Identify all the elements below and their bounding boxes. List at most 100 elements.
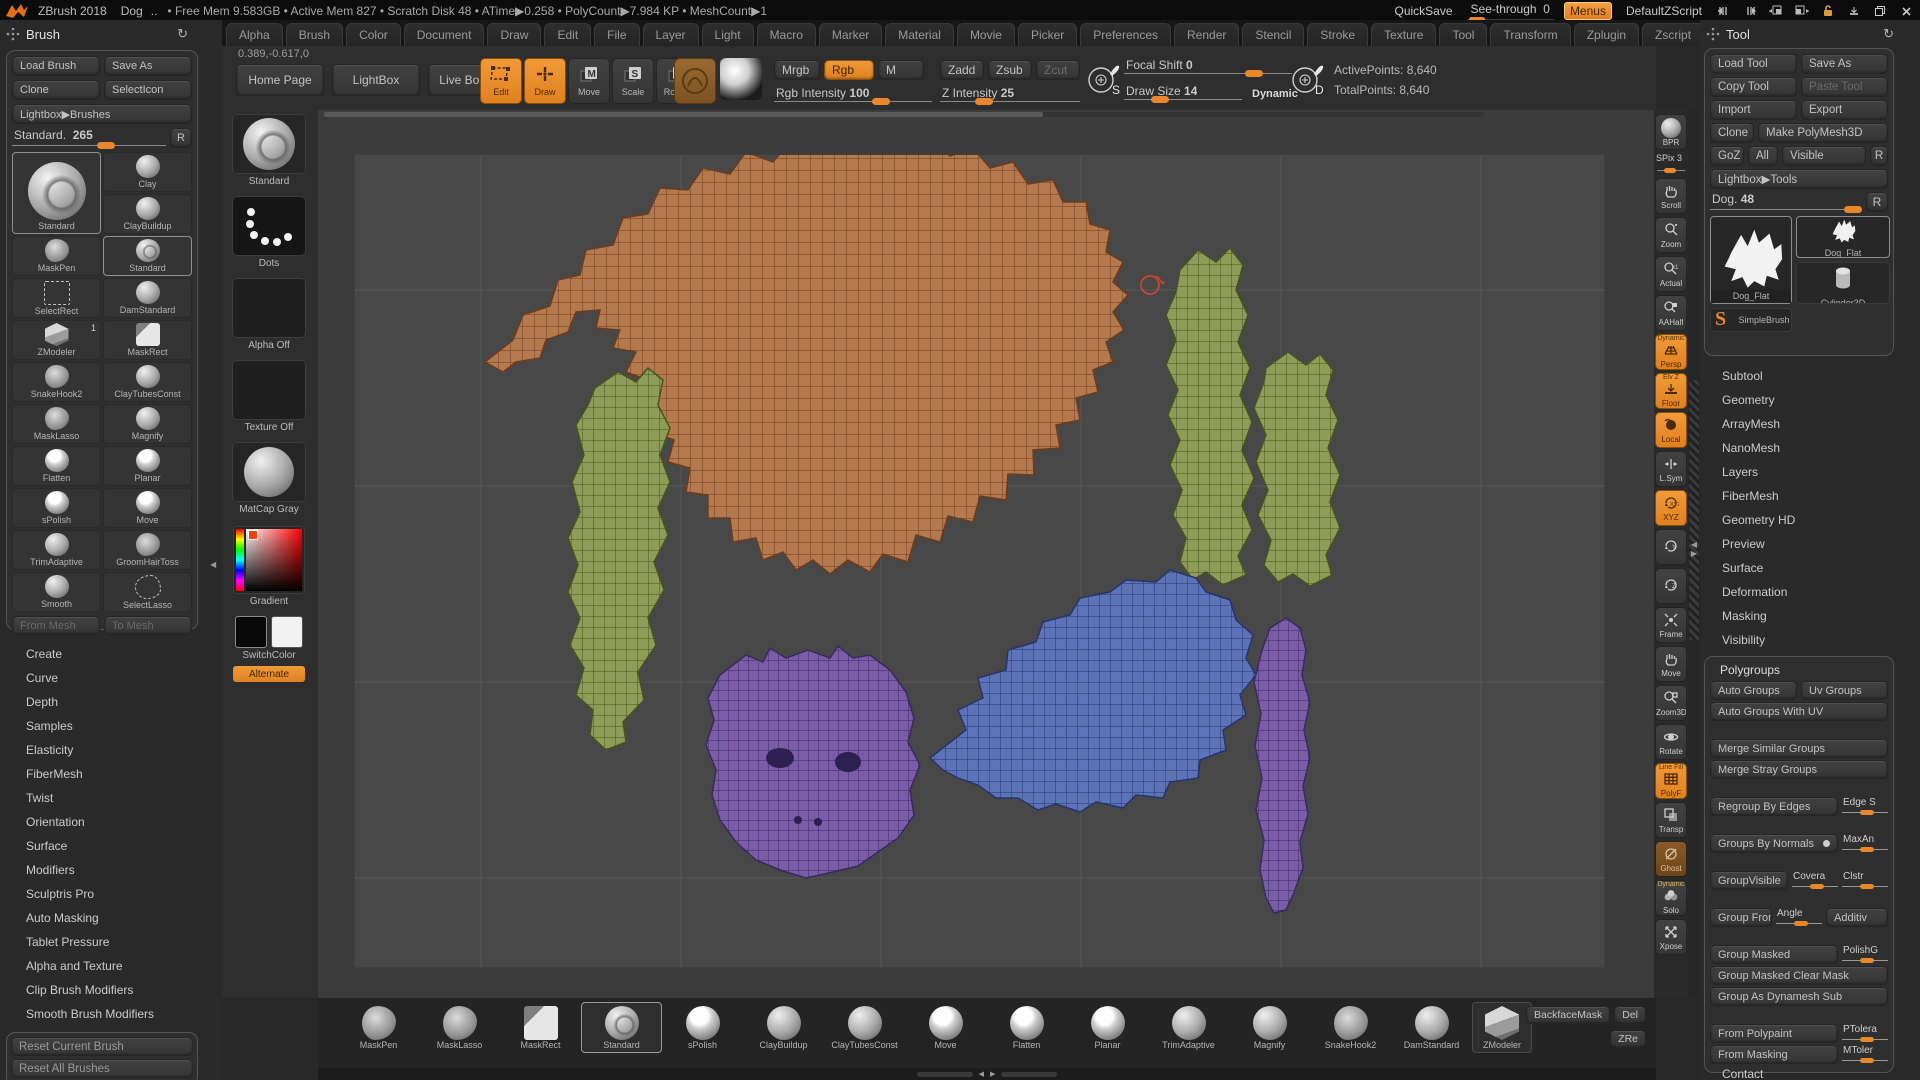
minimize-button[interactable] <box>1846 4 1862 18</box>
tool-goz-button[interactable]: GoZ <box>1710 146 1744 166</box>
menu-material[interactable]: Material <box>885 23 954 46</box>
pg-auto-groups-with-uv-button[interactable]: Auto Groups With UV <box>1710 702 1888 721</box>
tray-brush-magnify[interactable]: Magnify <box>1229 1002 1310 1053</box>
menu-marker[interactable]: Marker <box>819 23 882 46</box>
strip-z-button[interactable]: Z <box>1655 568 1687 604</box>
pg-group-as-dynamesh-sub-button[interactable]: Group As Dynamesh Sub <box>1710 987 1888 1006</box>
menu-movie[interactable]: Movie <box>957 23 1015 46</box>
menu-render[interactable]: Render <box>1174 23 1239 46</box>
tool-copy-tool-button[interactable]: Copy Tool <box>1710 77 1797 97</box>
tool-section-preview[interactable]: Preview <box>1714 532 1904 556</box>
tray-brush-zmodeler[interactable]: ZModeler1 <box>1472 1002 1532 1053</box>
lock-icon[interactable] <box>1820 4 1836 18</box>
tool-section-subtool[interactable]: Subtool <box>1714 364 1904 388</box>
pg-regroup-by-edges-button[interactable]: Regroup By Edges <box>1710 797 1838 816</box>
tool-section-geometry[interactable]: Geometry <box>1714 388 1904 412</box>
tool-visible-button[interactable]: Visible <box>1782 146 1866 166</box>
tool-import-button[interactable]: Import <box>1710 100 1797 120</box>
mesh-island-green-right2[interactable] <box>1254 352 1340 586</box>
tool-thumb-big[interactable]: Dog_Flat <box>1710 216 1792 304</box>
tray-brush-flatten[interactable]: Flatten <box>986 1002 1067 1053</box>
tool-section-fibermesh[interactable]: FiberMesh <box>1714 484 1904 508</box>
brush-section-surface[interactable]: Surface <box>14 834 204 858</box>
selecticon-button[interactable]: SelectIcon <box>104 80 192 100</box>
brush-item-trimadaptive[interactable]: TrimAdaptive <box>12 530 101 570</box>
brush-section-fibermesh[interactable]: FiberMesh <box>14 762 204 786</box>
brush-item-claybuildup[interactable]: ClayBuildup <box>103 194 192 234</box>
secondary-color-swatch[interactable] <box>271 616 303 648</box>
brush-section-elasticity[interactable]: Elasticity <box>14 738 204 762</box>
current-texture-thumb[interactable]: Texture Off <box>229 360 309 433</box>
brush-size-slider[interactable]: Standard. 265 <box>12 128 166 148</box>
stroke-picker-icon[interactable]: S <box>1084 56 1124 100</box>
tool-size-slider[interactable]: Dog. 48 <box>1710 192 1862 212</box>
pg-uv-groups-button[interactable]: Uv Groups <box>1801 681 1888 700</box>
menu-texture[interactable]: Texture <box>1371 23 1436 46</box>
zre-button[interactable]: ZRe <box>1610 1030 1646 1048</box>
brush-item-maskpen[interactable]: MaskPen <box>12 236 101 276</box>
button-reset-all-brushes[interactable]: Reset All Brushes <box>11 1059 193 1078</box>
brush-section-depth[interactable]: Depth <box>14 690 204 714</box>
tray-brush-damstandard[interactable]: DamStandard <box>1391 1002 1472 1053</box>
current-stroke-thumb[interactable]: Dots <box>229 196 309 269</box>
see-through-slider[interactable]: See-through 0 <box>1467 2 1554 21</box>
tool-load-tool-button[interactable]: Load Tool <box>1710 54 1797 74</box>
brush-section-clip-brush-modifiers[interactable]: Clip Brush Modifiers <box>14 978 204 1002</box>
tool-make-polymesh3d-button[interactable]: Make PolyMesh3D <box>1758 123 1888 143</box>
strip-zoom3d-button[interactable]: Zoom3D <box>1655 685 1687 721</box>
strip-frame-button[interactable]: Frame <box>1655 607 1687 643</box>
focal-shift-slider[interactable]: Focal Shift 0 <box>1124 58 1292 76</box>
quicksave-button[interactable]: QuickSave <box>1391 4 1457 18</box>
doc-size-up-icon[interactable] <box>1794 4 1810 18</box>
tool-section-geometry-hd[interactable]: Geometry HD <box>1714 508 1904 532</box>
current-brush-thumb[interactable]: Standard <box>229 114 309 187</box>
tray-brush-claytubesconst[interactable]: ClayTubesConst <box>824 1002 905 1053</box>
right-divider-arrows[interactable]: ◀▶ <box>1688 540 1700 558</box>
pg-from-polypaint-button[interactable]: From Polypaint <box>1710 1024 1838 1043</box>
tool-save-as-button[interactable]: Save As <box>1801 54 1888 74</box>
tray-scroll-right-icon[interactable]: ▶ <box>990 1070 995 1078</box>
brush-item-planar[interactable]: Planar <box>103 446 192 486</box>
tray-scroll-bar-right[interactable] <box>1001 1072 1057 1077</box>
strip-transp-button[interactable]: Transp <box>1655 802 1687 838</box>
tray-brush-move[interactable]: Move <box>905 1002 986 1053</box>
tray-brush-maskrect[interactable]: MaskRect <box>500 1002 581 1053</box>
brush-palette-header[interactable]: Brush ↻ <box>6 24 196 44</box>
current-material-button[interactable] <box>674 58 716 104</box>
brush-section-smooth-brush-modifiers[interactable]: Smooth Brush Modifiers <box>14 1002 204 1026</box>
pg-slider-ptolera[interactable]: PTolera <box>1842 1024 1888 1043</box>
mode-move-button[interactable]: MMove <box>568 58 610 104</box>
mesh-island-purple-head[interactable] <box>706 646 920 878</box>
menu-alpha[interactable]: Alpha <box>226 23 283 46</box>
menu-macro[interactable]: Macro <box>757 23 816 46</box>
brush-item-smooth[interactable]: Smooth <box>12 572 101 612</box>
tray-brush-masklasso[interactable]: MaskLasso <box>419 1002 500 1053</box>
brush-section-tablet-pressure[interactable]: Tablet Pressure <box>14 930 204 954</box>
tool-all-button[interactable]: All <box>1748 146 1778 166</box>
brush-item-masklasso[interactable]: MaskLasso <box>12 404 101 444</box>
tool-section-contact[interactable]: Contact <box>1714 1062 1904 1080</box>
brush-section-auto-masking[interactable]: Auto Masking <box>14 906 204 930</box>
brush-item-damstandard[interactable]: DamStandard <box>103 278 192 318</box>
tray-brush-standard[interactable]: Standard <box>581 1002 662 1053</box>
strip-y-button[interactable]: Y <box>1655 529 1687 565</box>
brush-section-samples[interactable]: Samples <box>14 714 204 738</box>
strip-xyz-button[interactable]: XYZXYZ <box>1655 490 1687 526</box>
menu-brush[interactable]: Brush <box>286 23 343 46</box>
brush-section-modifiers[interactable]: Modifiers <box>14 858 204 882</box>
tool-slider-r-button[interactable]: R <box>1866 192 1888 212</box>
brush-section-twist[interactable]: Twist <box>14 786 204 810</box>
paint-m-button[interactable]: M <box>878 60 924 80</box>
button-reset-current-brush[interactable]: Reset Current Brush <box>11 1037 193 1056</box>
tool-palette-header[interactable]: Tool ↻ <box>1706 24 1902 44</box>
strip-floor-button[interactable]: Elv ZFloor <box>1655 373 1687 409</box>
canvas-viewport[interactable] <box>318 110 1656 998</box>
strip-move-button[interactable]: Move <box>1655 646 1687 682</box>
pg-slider-clstr[interactable]: Clstr <box>1842 871 1888 890</box>
from-mesh-button[interactable]: From Mesh <box>12 616 100 635</box>
brush-item-zmodeler[interactable]: 1ZModeler <box>12 320 101 360</box>
palette-refresh-icon[interactable]: ↻ <box>1883 26 1894 42</box>
tool-thumb-cylinder3d[interactable]: Cylinder3D <box>1796 262 1890 304</box>
menu-stroke[interactable]: Stroke <box>1307 23 1368 46</box>
menu-document[interactable]: Document <box>404 23 485 46</box>
